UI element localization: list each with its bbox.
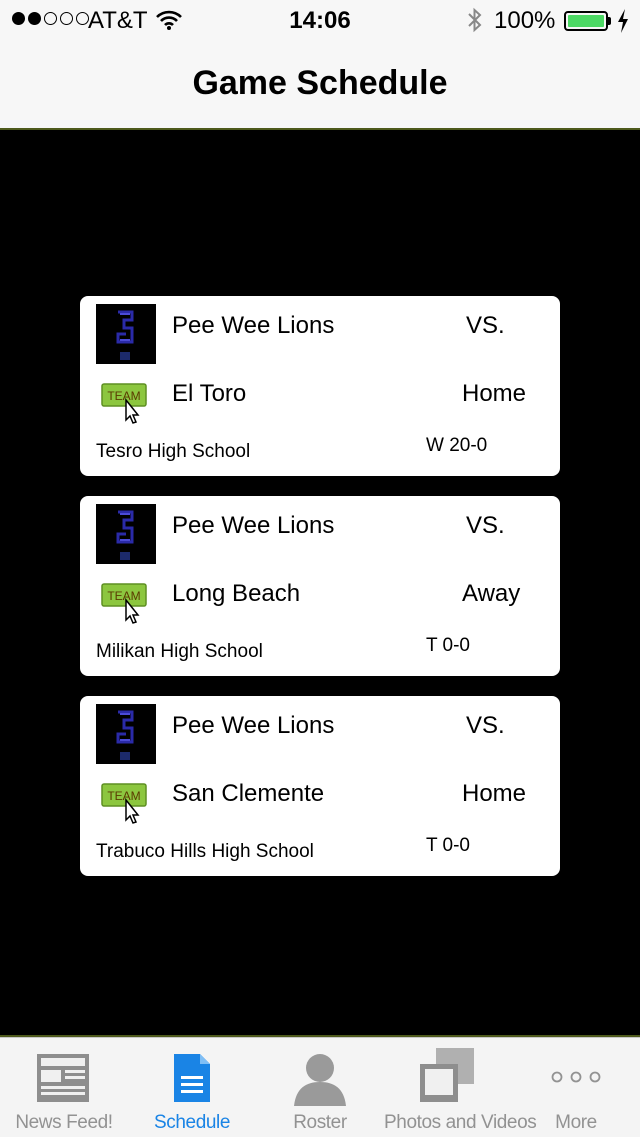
schedule-list: TEAM Pee Wee Lions VS. El Toro Home Tesr… — [0, 128, 640, 1037]
team-logo-icon — [96, 504, 156, 564]
team-logo-icon — [96, 304, 156, 364]
game-card[interactable]: TEAM Pee Wee Lions VS. Long Beach Away M… — [80, 496, 560, 676]
home-away-label: Away — [462, 580, 521, 607]
team-badge-icon: TEAM — [101, 783, 147, 824]
tab-roster[interactable]: Roster — [256, 1038, 384, 1137]
tab-label: News Feed! — [15, 1112, 113, 1133]
team-badge-icon: TEAM — [101, 383, 147, 424]
tab-more[interactable]: More — [512, 1038, 640, 1137]
team-name: Pee Wee Lions — [172, 512, 335, 539]
versus-label: VS. — [466, 512, 505, 539]
team-logo-icon — [96, 704, 156, 764]
person-icon — [294, 1054, 346, 1106]
team-badge-icon: TEAM — [101, 583, 147, 624]
team-name: Pee Wee Lions — [172, 712, 335, 739]
tab-news-feed[interactable]: News Feed! — [0, 1038, 128, 1137]
battery-tip — [608, 17, 611, 25]
status-bar: AT&T 14:06 100% — [0, 0, 640, 40]
result-label: T 0-0 — [426, 835, 471, 856]
more-icon — [551, 1071, 601, 1083]
home-away-label: Home — [462, 780, 527, 807]
svg-text:TEAM: TEAM — [107, 789, 140, 803]
battery-icon — [564, 11, 608, 31]
tab-label: Photos and Videos — [384, 1112, 537, 1133]
game-card[interactable]: TEAM Pee Wee Lions VS. El Toro Home Tesr… — [80, 296, 560, 476]
document-icon — [174, 1054, 210, 1102]
bluetooth-icon — [468, 7, 482, 33]
opponent-name: San Clemente — [172, 780, 325, 807]
tab-bar: News Feed! Schedule Roster Photos and Vi… — [0, 1037, 640, 1137]
battery-percentage: 100% — [494, 7, 556, 34]
venue-label: Milikan High School — [96, 641, 263, 662]
svg-text:TEAM: TEAM — [107, 589, 140, 603]
game-card[interactable]: TEAM Pee Wee Lions VS. San Clemente Home… — [80, 696, 560, 876]
result-label: T 0-0 — [426, 635, 471, 656]
home-away-label: Home — [462, 380, 527, 407]
tab-photos-and-videos[interactable]: Photos and Videos — [384, 1038, 537, 1137]
opponent-name: El Toro — [172, 380, 247, 407]
versus-label: VS. — [466, 312, 505, 339]
venue-label: Trabuco Hills High School — [96, 841, 314, 862]
charging-icon — [618, 9, 628, 33]
newspaper-icon — [37, 1054, 89, 1102]
tab-label: Roster — [293, 1112, 347, 1133]
opponent-name: Long Beach — [172, 580, 301, 607]
photos-icon — [420, 1048, 474, 1102]
navigation-bar: Game Schedule — [0, 40, 640, 128]
page-title: Game Schedule — [192, 64, 448, 102]
team-name: Pee Wee Lions — [172, 312, 335, 339]
tab-schedule[interactable]: Schedule — [128, 1038, 256, 1137]
venue-label: Tesro High School — [96, 441, 251, 462]
svg-text:TEAM: TEAM — [107, 389, 140, 403]
result-label: W 20-0 — [426, 435, 488, 456]
tab-label: Schedule — [153, 1112, 231, 1133]
tab-label: More — [555, 1112, 597, 1133]
versus-label: VS. — [466, 712, 505, 739]
